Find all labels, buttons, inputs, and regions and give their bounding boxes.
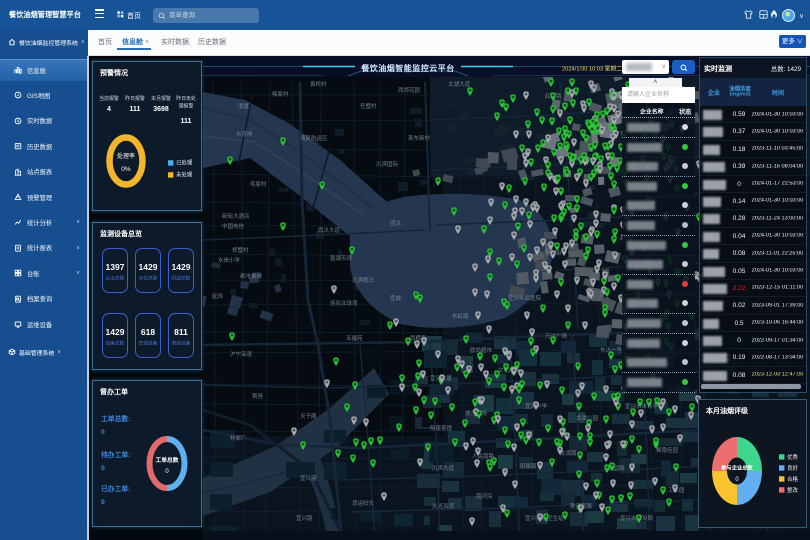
svg-text:阳泉路: 阳泉路 xyxy=(520,462,537,470)
svg-text:郑墅村: 郑墅村 xyxy=(232,246,249,254)
svg-text:久光百货: 久光百货 xyxy=(432,502,455,510)
svg-text:茶东新村: 茶东新村 xyxy=(408,134,431,142)
svg-text:西氿大道: 西氿大道 xyxy=(318,226,341,234)
svg-text:宜城: 宜城 xyxy=(390,294,402,302)
svg-text:香湖天颂: 香湖天颂 xyxy=(330,254,353,262)
svg-text:消夏: 消夏 xyxy=(238,102,250,110)
svg-text:东虹路: 东虹路 xyxy=(452,312,469,320)
svg-text:宜兴人民医院: 宜兴人民医院 xyxy=(508,294,542,302)
svg-text:延烁: 延烁 xyxy=(212,292,224,300)
svg-text:五福苑: 五福苑 xyxy=(346,334,363,342)
svg-text:氿滨国际: 氿滨国际 xyxy=(376,160,399,168)
svg-text:佳兆业珑湾: 佳兆业珑湾 xyxy=(330,299,358,307)
svg-text:都市枫林: 都市枫林 xyxy=(240,272,263,280)
svg-text:任墅村: 任墅村 xyxy=(360,102,377,110)
svg-text:荆邑: 荆邑 xyxy=(252,392,264,400)
svg-text:中国电信: 中国电信 xyxy=(222,222,245,230)
svg-text:宜兴港: 宜兴港 xyxy=(300,474,317,482)
svg-text:水浮闸: 水浮闸 xyxy=(236,130,253,138)
svg-text:南河沿: 南河沿 xyxy=(476,492,493,500)
svg-text:人民南路: 人民南路 xyxy=(472,452,495,460)
svg-text:货运码头: 货运码头 xyxy=(352,499,375,507)
svg-text:西郊花园: 西郊花园 xyxy=(398,86,421,94)
svg-text:阳羡茶馆: 阳羡茶馆 xyxy=(430,424,453,432)
svg-text:团氿: 团氿 xyxy=(390,219,402,227)
svg-text:太湖大道: 太湖大道 xyxy=(448,80,471,88)
svg-text:天子阁: 天子阁 xyxy=(300,412,317,420)
svg-text:梅家村: 梅家村 xyxy=(272,90,289,98)
svg-text:水岸小学: 水岸小学 xyxy=(218,256,241,264)
svg-text:新街大酒店: 新街大酒店 xyxy=(222,212,250,220)
svg-text:沪宁高速: 沪宁高速 xyxy=(230,350,253,358)
svg-text:氿滨假日: 氿滨假日 xyxy=(352,276,374,284)
svg-text:袁桥村: 袁桥村 xyxy=(310,80,327,88)
svg-text:林家厂: 林家厂 xyxy=(230,434,247,442)
svg-text:氿滨大道: 氿滨大道 xyxy=(432,464,455,472)
svg-text:海复航运区: 海复航运区 xyxy=(300,134,328,142)
svg-text:宜兴路: 宜兴路 xyxy=(296,514,313,522)
svg-text:枫隐佳园: 枫隐佳园 xyxy=(656,446,679,454)
svg-text:毛家村: 毛家村 xyxy=(250,180,267,188)
svg-text:万达广场: 万达广场 xyxy=(545,332,568,340)
